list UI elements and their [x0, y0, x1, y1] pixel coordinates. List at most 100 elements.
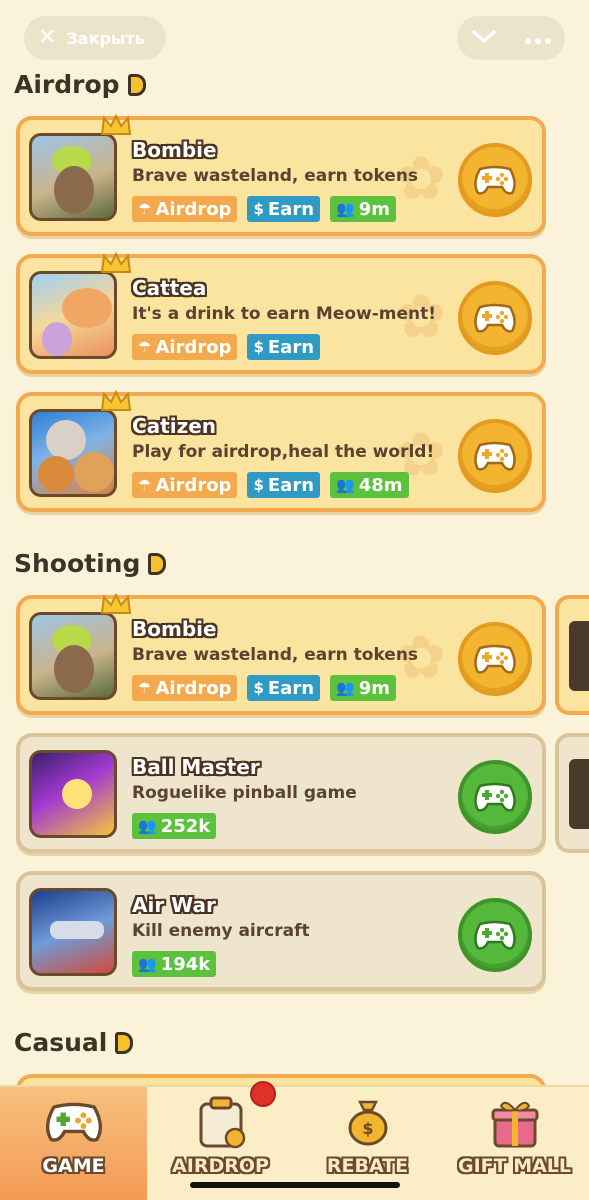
game-card-air-war[interactable]: Air War Kill enemy aircraft 👥 194k: [16, 871, 546, 991]
tag-label: Airdrop: [155, 474, 232, 496]
play-button[interactable]: [458, 898, 532, 972]
money-bag-icon: $: [253, 679, 264, 697]
tag-players: 👥 252k: [132, 813, 217, 839]
game-thumbnail: [29, 271, 117, 359]
nav-label: GAME: [42, 1155, 105, 1177]
money-bag-icon: $: [253, 338, 264, 356]
money-bag-icon: $: [253, 476, 264, 494]
users-icon: 👥: [138, 955, 157, 973]
tag-row: 👥 194k: [132, 951, 217, 977]
tag-label: Airdrop: [155, 336, 232, 358]
section-title-casual: Casual: [14, 1028, 134, 1057]
game-title: Bombie: [132, 617, 217, 641]
gamepad-icon: [474, 920, 516, 950]
crown-icon: [100, 390, 132, 411]
users-icon: 👥: [138, 817, 157, 835]
nav-label: GIFT MALL: [457, 1155, 572, 1177]
tag-players: 👥 9m: [330, 196, 396, 222]
tag-label: Earn: [267, 474, 315, 496]
users-icon: 👥: [336, 200, 355, 218]
game-title: Ball Master: [132, 755, 260, 779]
tag-players: 👥 9m: [330, 675, 396, 701]
section-title-shooting: Shooting: [14, 549, 167, 578]
tag-label: Earn: [267, 677, 315, 699]
tag-airdrop: ☂ Airdrop: [132, 472, 238, 498]
close-button[interactable]: ✕ Закрыть: [24, 16, 166, 60]
tag-label: Airdrop: [155, 198, 232, 220]
game-thumbnail: [29, 409, 117, 497]
game-thumbnail: [29, 612, 117, 700]
tag-earn: $ Earn: [247, 675, 321, 701]
users-icon: 👥: [336, 476, 355, 494]
money-bag-icon: $: [253, 200, 264, 218]
play-button[interactable]: [458, 419, 532, 493]
tag-airdrop: ☂ Airdrop: [132, 334, 238, 360]
game-title: Bombie: [132, 138, 217, 162]
tag-earn: $ Earn: [247, 334, 321, 360]
tag-earn: $ Earn: [247, 196, 321, 222]
section-title-airdrop: Airdrop: [14, 70, 146, 99]
crown-icon: [100, 252, 132, 273]
notification-badge: [250, 1081, 276, 1107]
gamepad-icon: [474, 644, 516, 674]
play-button[interactable]: [458, 281, 532, 355]
tag-row: ☂ Airdrop $ Earn 👥 9m: [132, 196, 396, 222]
clipboard-coin-icon: [186, 1093, 256, 1151]
gamepad-icon: [474, 303, 516, 333]
svg-text:$: $: [362, 1119, 373, 1138]
game-card-ball-master[interactable]: Ball Master Roguelike pinball game 👥 252k: [16, 733, 546, 853]
game-description: Play for airdrop,heal the world!: [132, 442, 435, 462]
gamepad-icon: [39, 1093, 109, 1151]
tag-row: ☂ Airdrop $ Earn 👥 48m: [132, 472, 409, 498]
game-thumbnail: [29, 888, 117, 976]
game-card-bombie[interactable]: ✿ Bombie Brave wasteland, earn tokens ☂ A…: [16, 593, 546, 715]
more-dots-icon[interactable]: [524, 26, 552, 50]
tag-earn: $ Earn: [247, 472, 321, 498]
game-card-bombie[interactable]: ✿ Bombie Brave wasteland, earn tokens ☂ A…: [16, 114, 546, 236]
game-title: Air War: [132, 893, 216, 917]
nav-tab-game[interactable]: GAME: [0, 1087, 147, 1200]
chevron-down-icon[interactable]: [471, 26, 497, 50]
parachute-icon: ☂: [138, 476, 152, 494]
play-button[interactable]: [458, 143, 532, 217]
section-title-label: Shooting: [14, 549, 141, 578]
play-button[interactable]: [458, 760, 532, 834]
game-thumbnail: [569, 621, 589, 691]
next-column-card-peek[interactable]: [555, 733, 589, 853]
close-label: Закрыть: [66, 28, 145, 48]
flag-icon: [148, 552, 167, 575]
home-indicator[interactable]: [190, 1182, 400, 1188]
close-icon: ✕: [38, 25, 57, 50]
parachute-icon: ☂: [138, 200, 152, 218]
game-card-catizen[interactable]: ✿ Catizen Play for airdrop,heal the worl…: [16, 390, 546, 512]
tag-airdrop: ☂ Airdrop: [132, 196, 238, 222]
game-thumbnail: [29, 750, 117, 838]
game-title: Cattea: [132, 276, 207, 300]
nav-tab-gift-mall[interactable]: GIFT MALL: [441, 1087, 588, 1200]
gamepad-icon: [474, 441, 516, 471]
tag-label: Earn: [267, 198, 315, 220]
game-title: Catizen: [132, 414, 217, 438]
play-button[interactable]: [458, 622, 532, 696]
gift-box-icon: [480, 1093, 550, 1151]
nav-label: REBATE: [326, 1155, 409, 1177]
tag-players: 👥 194k: [132, 951, 217, 977]
game-description: Brave wasteland, earn tokens: [132, 166, 419, 186]
game-card-cattea[interactable]: ✿ Cattea It's a drink to earn Meow-ment!…: [16, 252, 546, 374]
flag-icon: [115, 1031, 134, 1054]
game-thumbnail: [569, 759, 589, 829]
nav-label: AIRDROP: [172, 1155, 269, 1177]
tag-label: 9m: [358, 198, 390, 220]
game-description: Roguelike pinball game: [132, 783, 357, 803]
users-icon: 👥: [336, 679, 355, 697]
next-column-card-peek[interactable]: [555, 595, 589, 715]
parachute-icon: ☂: [138, 338, 152, 356]
header-menu: [457, 16, 565, 60]
tag-label: 48m: [358, 474, 403, 496]
tag-airdrop: ☂ Airdrop: [132, 675, 238, 701]
flag-icon: [127, 73, 146, 96]
crown-icon: [100, 593, 132, 614]
game-description: Kill enemy aircraft: [132, 921, 310, 941]
gamepad-icon: [474, 782, 516, 812]
tag-row: ☂ Airdrop $ Earn: [132, 334, 321, 360]
